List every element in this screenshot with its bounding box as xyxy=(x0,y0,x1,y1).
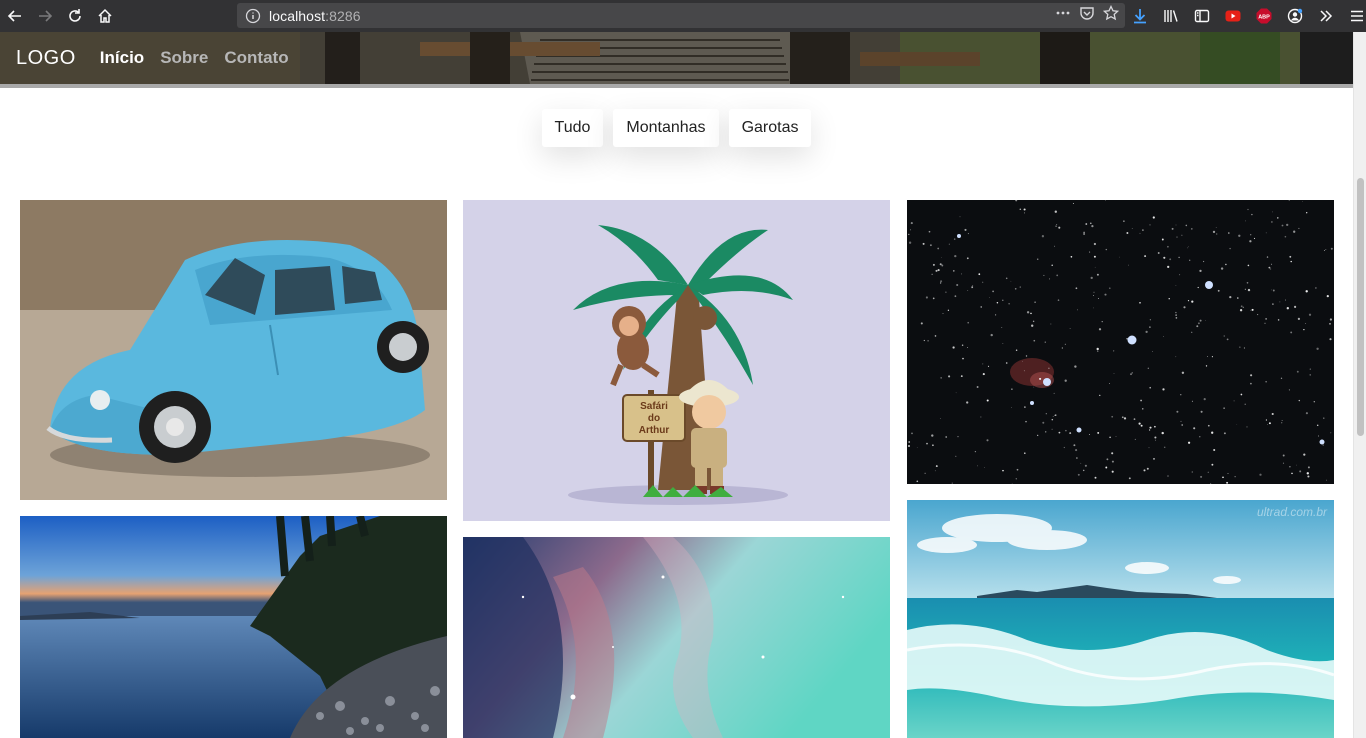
nav-link-inicio[interactable]: Início xyxy=(100,48,144,68)
youtube-extension-icon[interactable] xyxy=(1223,6,1243,26)
pocket-icon[interactable] xyxy=(1079,5,1095,26)
safari-sign-line-3: Arthur xyxy=(639,425,670,436)
filter-montanhas-button[interactable]: Montanhas xyxy=(613,109,719,147)
gallery-image-starfield[interactable] xyxy=(907,200,1334,484)
nav-link-contato[interactable]: Contato xyxy=(224,48,288,68)
header-divider xyxy=(0,84,1353,88)
overflow-chevron-icon[interactable] xyxy=(1316,6,1336,26)
gallery-image-ocean-wave[interactable]: ultrad.com.br xyxy=(907,500,1334,738)
gallery-image-blue-beetle[interactable] xyxy=(20,200,447,500)
reload-icon[interactable] xyxy=(60,1,90,31)
browser-toolbar: localhost:8286 ABP xyxy=(0,0,1366,32)
watermark-text: ultrad.com.br xyxy=(1257,505,1328,519)
gallery-image-lake-sunset[interactable] xyxy=(20,516,447,738)
filter-garotas-button[interactable]: Garotas xyxy=(728,109,812,147)
url-text: localhost:8286 xyxy=(269,7,361,24)
page-scrollbar[interactable] xyxy=(1353,32,1366,738)
account-icon[interactable] xyxy=(1285,6,1305,26)
sidebar-icon[interactable] xyxy=(1192,6,1212,26)
site-logo[interactable]: LOGO xyxy=(16,47,76,70)
page-actions-icon[interactable] xyxy=(1055,5,1071,26)
library-icon[interactable] xyxy=(1161,6,1181,26)
bookmark-star-icon[interactable] xyxy=(1102,4,1120,26)
nav-link-sobre[interactable]: Sobre xyxy=(160,48,208,68)
page-content: LOGO Início Sobre Contato Tudo Montanhas… xyxy=(0,32,1353,738)
menu-icon[interactable] xyxy=(1347,6,1366,26)
back-icon[interactable] xyxy=(0,1,30,31)
info-icon[interactable] xyxy=(245,8,261,24)
filter-bar: Tudo Montanhas Garotas xyxy=(0,109,1353,147)
adblock-plus-icon[interactable]: ABP xyxy=(1254,6,1274,26)
url-bar[interactable]: localhost:8286 xyxy=(237,3,1125,28)
home-icon[interactable] xyxy=(90,1,120,31)
forward-icon[interactable] xyxy=(30,1,60,31)
gallery-image-safari-toy[interactable]: Safári do Arthur xyxy=(463,200,890,521)
top-navigation: LOGO Início Sobre Contato xyxy=(16,32,305,84)
downloads-icon[interactable] xyxy=(1130,6,1150,26)
safari-sign-line-2: do xyxy=(648,413,660,424)
header-banner: LOGO Início Sobre Contato xyxy=(0,32,1353,84)
filter-tudo-button[interactable]: Tudo xyxy=(541,109,604,147)
scrollbar-thumb[interactable] xyxy=(1357,178,1364,436)
gallery-image-nebula[interactable] xyxy=(463,537,890,738)
svg-text:ABP: ABP xyxy=(1258,15,1270,21)
safari-sign-line-1: Safári xyxy=(640,401,668,412)
